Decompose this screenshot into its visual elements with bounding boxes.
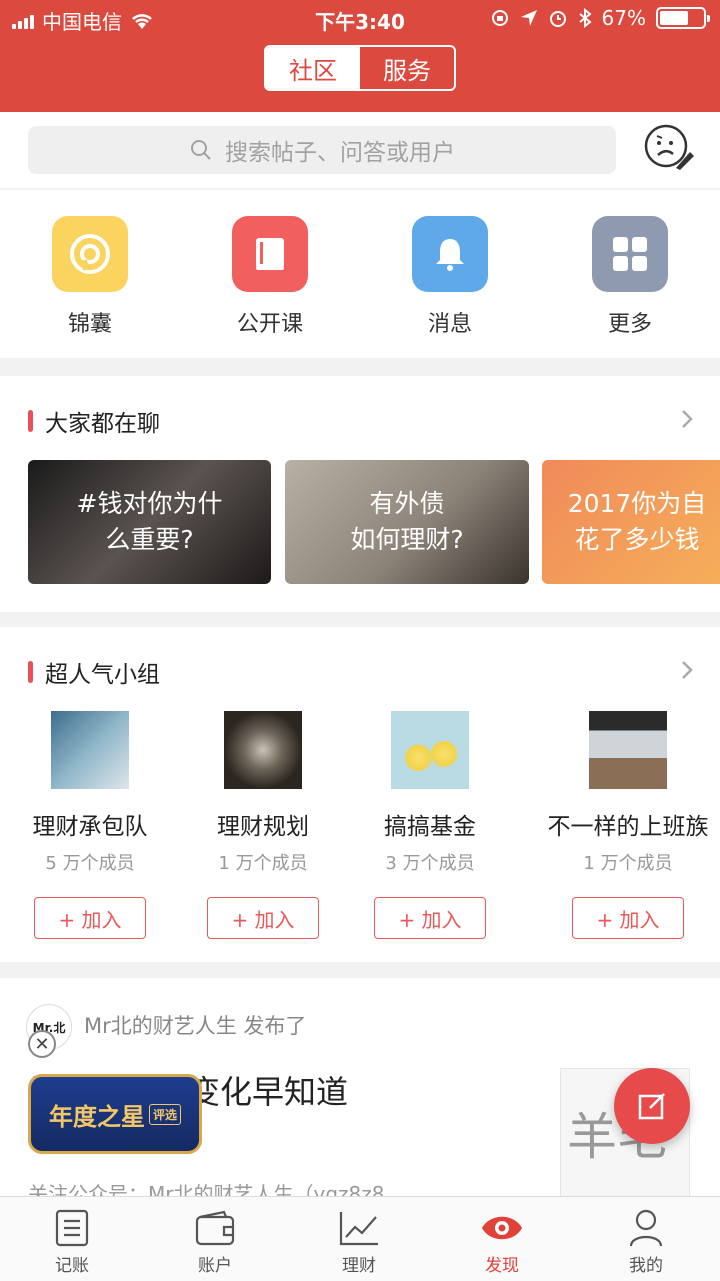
bottom-tab-bar: 记账 账户 理财 发现 我的 — [0, 1196, 720, 1281]
compose-button[interactable] — [614, 1068, 690, 1144]
rotation-lock-icon — [491, 10, 508, 26]
shortcut-more[interactable]: 更多 — [570, 216, 690, 338]
bluetooth-icon — [578, 8, 592, 28]
section-accent — [28, 661, 33, 683]
search-row: 搜索帖子、问答或用户 — [0, 112, 720, 188]
search-icon — [191, 140, 211, 160]
join-button[interactable]: + 加入 — [207, 897, 319, 939]
tab-account[interactable]: 账户 — [165, 1205, 265, 1276]
shortcut-open-class[interactable]: 公开课 — [210, 216, 330, 338]
edit-icon — [638, 1093, 665, 1120]
shortcut-grid: 锦囊 公开课 消息 更多 — [0, 190, 720, 358]
bell-icon — [412, 216, 488, 292]
group-members: 1 万个成员 — [583, 853, 673, 874]
popular-groups-section: 超人气小组 理财承包队 5 万个成员 + 加入 理财规划 1 万个成员 + 加入… — [0, 627, 720, 962]
tab-label: 账户 — [198, 1256, 232, 1276]
join-button[interactable]: + 加入 — [374, 897, 486, 939]
promo-badge[interactable]: 年度之星 评选 — [28, 1074, 202, 1154]
join-button[interactable]: + 加入 — [572, 897, 684, 939]
section-title: 超人气小组 — [45, 662, 160, 688]
chevron-right-icon[interactable] — [680, 408, 694, 430]
section-accent — [28, 410, 33, 432]
shortcut-label: 更多 — [607, 312, 652, 337]
join-button[interactable]: + 加入 — [34, 897, 146, 939]
group-name: 理财承包队 — [32, 814, 148, 840]
group-members: 1 万个成员 — [218, 853, 308, 874]
battery-icon — [656, 7, 710, 29]
promo-tag: 评选 — [148, 1103, 181, 1125]
topic-card[interactable]: #钱对你为什 么重要? — [28, 460, 271, 584]
topic-line: 如何理财? — [350, 525, 464, 554]
group-image — [51, 711, 129, 789]
topic-text: #钱对你为什 么重要? — [77, 486, 223, 558]
group-image — [224, 711, 302, 789]
tab-finance[interactable]: 理财 — [309, 1205, 409, 1276]
promo-text: 年度之星 — [48, 1102, 145, 1131]
topic-card[interactable]: 2017你为自 花了多少钱 — [542, 460, 720, 584]
section-header: 大家都在聊 — [28, 404, 160, 438]
tab-ledger[interactable]: 记账 — [22, 1205, 122, 1276]
group-card[interactable]: 理财承包队 5 万个成员 + 加入 — [0, 711, 185, 939]
tab-profile[interactable]: 我的 — [596, 1205, 696, 1276]
chevron-right-icon[interactable] — [680, 659, 694, 681]
tab-services[interactable]: 服务 — [360, 47, 454, 89]
group-image — [391, 711, 469, 789]
group-card[interactable]: 搞搞基金 3 万个成员 + 加入 — [335, 711, 525, 939]
top-bar: 中国电信 下午3:40 67% 社区 服务 — [0, 0, 720, 112]
tab-discover[interactable]: 发现 — [452, 1205, 552, 1276]
shortcut-label: 公开课 — [236, 312, 303, 337]
group-members: 3 万个成员 — [385, 853, 475, 874]
group-image — [589, 711, 667, 789]
group-card[interactable]: 不一样的上班族 1 万个成员 + 加入 — [533, 711, 720, 939]
alarm-icon — [549, 11, 566, 27]
tab-community[interactable]: 社区 — [266, 47, 360, 89]
author-line[interactable]: Mr北的财艺人生 发布了 — [84, 1010, 306, 1040]
group-name: 搞搞基金 — [384, 814, 476, 840]
topic-line: 么重要? — [105, 525, 194, 554]
topic-text: 2017你为自 花了多少钱 — [568, 486, 707, 558]
post-excerpt: 关注公众号：Mr北的财艺人生（yqz8z8 — [28, 1182, 385, 1196]
grid-icon — [592, 216, 668, 292]
status-bar: 中国电信 下午3:40 67% — [0, 0, 720, 38]
shortcut-label: 锦囊 — [67, 312, 112, 337]
header-segmented-control: 社区 服务 — [264, 45, 456, 91]
group-members: 5 万个成员 — [45, 853, 135, 874]
person-icon — [629, 1209, 663, 1247]
tab-label: 记账 — [55, 1256, 89, 1276]
trending-topics-section: 大家都在聊 #钱对你为什 么重要? 有外债如何理财? 2017你为自 花了多少钱 — [0, 376, 720, 612]
topic-line: 2017你为自 — [567, 489, 707, 518]
sad-face-edit-icon — [644, 124, 694, 170]
book-icon — [232, 216, 308, 292]
shortcut-label: 消息 — [427, 312, 472, 337]
chart-icon — [339, 1212, 378, 1246]
eye-icon — [482, 1216, 522, 1240]
topic-text: 有外债如何理财? — [350, 486, 463, 558]
tab-label: 我的 — [629, 1256, 663, 1276]
topic-card[interactable]: 有外债如何理财? — [285, 460, 529, 584]
battery-percent: 67% — [601, 6, 646, 30]
shortcut-jinnang[interactable]: 锦囊 — [30, 216, 150, 338]
section-title: 大家都在聊 — [45, 411, 160, 437]
topic-line: #钱对你为什 — [76, 489, 223, 518]
group-name: 不一样的上班族 — [547, 814, 709, 840]
location-icon — [520, 10, 537, 26]
shortcut-messages[interactable]: 消息 — [390, 216, 510, 338]
topic-line: 花了多少钱 — [574, 525, 700, 554]
wallet-icon — [195, 1210, 235, 1246]
section-header: 超人气小组 — [28, 655, 160, 689]
ledger-icon — [55, 1209, 89, 1247]
search-input[interactable]: 搜索帖子、问答或用户 — [28, 126, 616, 174]
search-placeholder: 搜索帖子、问答或用户 — [225, 140, 455, 166]
topic-line: 有外债 — [369, 489, 445, 518]
jinnang-icon — [52, 216, 128, 292]
tab-label: 理财 — [342, 1256, 376, 1276]
tab-label: 发现 — [485, 1256, 519, 1276]
close-icon[interactable]: ✕ — [28, 1030, 56, 1058]
group-card[interactable]: 理财规划 1 万个成员 + 加入 — [168, 711, 358, 939]
group-name: 理财规划 — [217, 814, 309, 840]
post-mood-button[interactable] — [640, 120, 696, 176]
